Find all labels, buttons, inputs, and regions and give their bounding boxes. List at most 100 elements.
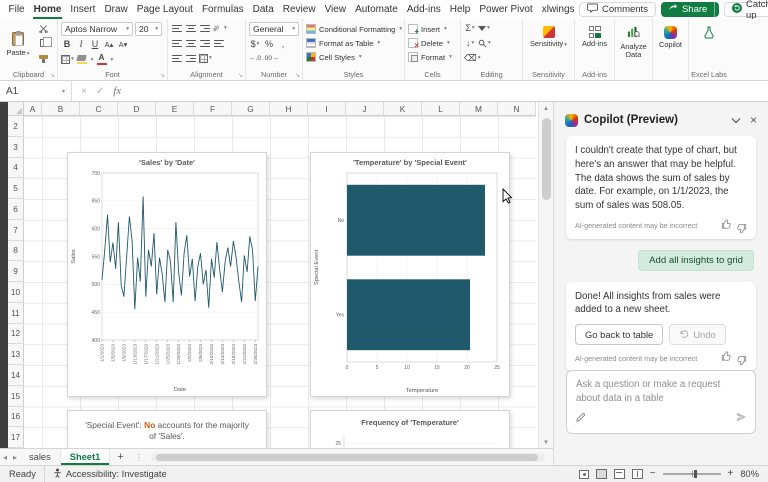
align-center-button[interactable] [185,37,197,50]
accounting-format-button[interactable]: $▾ [249,38,261,51]
row-header-2[interactable]: 2 [8,116,24,137]
sheet-nav-left-icon[interactable]: ◂ [0,453,10,462]
menu-tab-draw[interactable]: Draw [100,0,132,19]
align-middle-button[interactable] [185,22,197,35]
percent-style-button[interactable]: % [263,38,275,51]
column-header-G[interactable]: G [232,102,270,116]
increase-indent-button[interactable] [185,52,197,65]
menu-tab-add-ins[interactable]: Add-ins [402,0,445,19]
chart-temperature-by-special-event[interactable]: 'Temperature' by 'Special Event'05101520… [310,152,510,397]
thumbs-down-icon[interactable] [737,219,747,234]
format-cells-button[interactable]: Format▾ [408,50,457,64]
share-button[interactable]: Share ▾ [661,2,719,17]
copilot-chat-input[interactable]: Ask a question or make a request about d… [566,370,756,434]
column-header-L[interactable]: L [422,102,460,116]
page-layout-view-icon[interactable] [614,469,625,479]
record-macro-icon[interactable] [579,470,589,479]
delete-cells-button[interactable]: Delete▾ [408,36,457,50]
increase-decimal-button[interactable]: ←.0 [249,53,261,66]
name-box-dropdown-icon[interactable]: ▾ [62,88,65,95]
align-left-button[interactable] [171,37,183,50]
menu-tab-power-pivot[interactable]: Power Pivot [475,0,537,19]
formula-input[interactable] [130,81,768,101]
excel-labs-button[interactable] [692,22,726,66]
sensitivity-button[interactable]: Sensitivity▾ [526,22,571,66]
select-all-corner[interactable] [8,102,24,116]
zoom-out-icon[interactable]: − [650,469,656,479]
vertical-scrollbar[interactable]: ▴ ▾ [538,102,553,448]
column-header-H[interactable]: H [270,102,308,116]
accessibility-status[interactable]: Accessibility: Investigate [44,466,167,482]
row-header-12[interactable]: 12 [8,324,24,345]
fill-button[interactable]: ↓▾ [464,37,476,50]
font-name-combo[interactable]: Aptos Narrow▾ [61,22,133,36]
borders-button[interactable]: ▾ [61,53,74,66]
normal-view-icon[interactable] [596,469,607,479]
catch-up-button[interactable]: Catch up [724,2,768,17]
copy-button[interactable] [35,36,51,49]
align-bottom-button[interactable] [199,22,211,35]
scroll-down-arrow[interactable]: ▾ [544,436,548,448]
zoom-slider-thumb[interactable] [694,470,697,478]
new-sheet-button[interactable]: + [110,451,130,463]
row-header-8[interactable]: 8 [8,241,24,262]
format-painter-button[interactable] [35,50,51,63]
menu-tab-xlwings[interactable]: xlwings [537,0,579,19]
add-insights-to-grid-button[interactable]: Add all insights to grid [638,250,754,271]
autosum-button[interactable]: Σ▾ [464,22,476,35]
prompt-pen-icon[interactable] [575,412,586,428]
increase-font-button[interactable]: A▴ [103,38,115,51]
clear-button[interactable]: ⌫▾ [464,52,481,65]
insert-function-button[interactable]: fx [113,85,121,97]
column-header-F[interactable]: F [194,102,232,116]
font-dialog-launcher[interactable]: ↘ [160,73,165,79]
copilot-close-icon[interactable]: × [750,114,757,126]
fill-color-button[interactable] [76,53,88,66]
cut-button[interactable] [35,22,51,35]
thumbs-up-icon-2[interactable] [721,351,731,366]
comma-style-button[interactable]: , [277,38,289,51]
cell-styles-button[interactable]: Cell Styles▾ [306,50,401,64]
row-header-6[interactable]: 6 [8,199,24,220]
zoom-in-icon[interactable]: + [728,469,734,479]
row-header-16[interactable]: 16 [8,407,24,428]
number-dialog-launcher[interactable]: ↘ [295,73,300,79]
underline-button[interactable]: U [89,38,101,51]
italic-button[interactable]: I [75,38,87,51]
paste-button[interactable]: Paste▾ [3,22,33,66]
row-header-11[interactable]: 11 [8,303,24,324]
row-header-4[interactable]: 4 [8,158,24,179]
row-header-17[interactable]: 17 [8,427,24,448]
merge-center-button[interactable]: ▾ [199,52,212,65]
vertical-scrollbar-thumb[interactable] [542,118,551,200]
find-select-button[interactable]: ▾ [478,37,491,50]
format-as-table-button[interactable]: Format as Table▾ [306,36,401,50]
row-header-5[interactable]: 5 [8,178,24,199]
thumbs-up-icon[interactable] [721,219,731,234]
tab-splitter-icon[interactable]: ⋮ [131,453,147,462]
chart-frequency-of-temperature[interactable]: Frequency of 'Temperature'25 [310,410,510,448]
column-header-D[interactable]: D [118,102,156,116]
send-icon[interactable] [735,411,747,428]
menu-tab-data[interactable]: Data [248,0,278,19]
column-header-E[interactable]: E [156,102,194,116]
cancel-entry-icon[interactable]: × [81,86,87,97]
copilot-collapse-icon[interactable] [731,111,741,129]
zoom-slider[interactable] [663,473,721,475]
addins-button[interactable]: Add-ins [578,22,611,66]
menu-tab-file[interactable]: File [4,0,29,19]
chart-sales-by-date[interactable]: 'Sales' by 'Date'4004505005506006507001/… [67,152,267,397]
sort-filter-button[interactable]: ▾ [478,22,490,35]
column-header-C[interactable]: C [80,102,118,116]
sheet-tab-sales[interactable]: sales [20,449,61,465]
orientation-button[interactable]: ▾ [213,22,227,35]
wrap-text-button[interactable] [213,37,225,50]
alignment-dialog-launcher[interactable]: ↘ [238,73,243,79]
thumbs-down-icon-2[interactable] [737,351,747,366]
menu-tab-home[interactable]: Home [29,0,66,19]
menu-tab-review[interactable]: Review [278,0,320,19]
row-header-7[interactable]: 7 [8,220,24,241]
align-top-button[interactable] [171,22,183,35]
horizontal-scrollbar-thumb[interactable] [156,454,538,461]
align-right-button[interactable] [199,37,211,50]
